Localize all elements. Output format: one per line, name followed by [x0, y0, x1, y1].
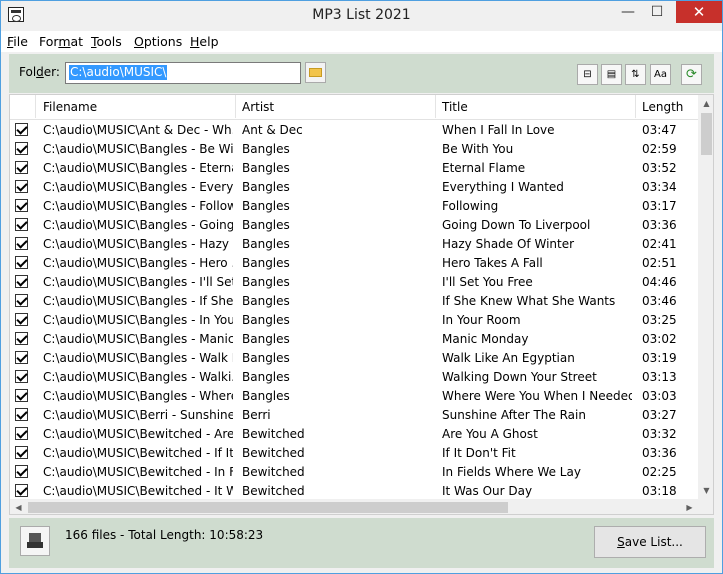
table-row[interactable]: C:\audio\MUSIC\Bangles - Walki... Bangles…	[10, 367, 698, 386]
font-button[interactable]: Aa	[650, 64, 671, 85]
menu-format[interactable]: Format	[39, 34, 83, 49]
row-checkbox[interactable]	[15, 256, 28, 269]
column-length[interactable]: Length	[642, 100, 683, 114]
row-checkbox[interactable]	[15, 351, 28, 364]
row-checkbox[interactable]	[15, 180, 28, 193]
table-row[interactable]: C:\audio\MUSIC\Bangles - Where... Bangles…	[10, 386, 698, 405]
table-row[interactable]: C:\audio\MUSIC\Bangles - Walk L... Bangle…	[10, 348, 698, 367]
refresh-icon: ⟳	[686, 67, 697, 82]
row-checkbox[interactable]	[15, 446, 28, 459]
minimize-button[interactable]: —	[615, 1, 641, 23]
row-checkbox[interactable]	[15, 408, 28, 421]
print-button[interactable]	[20, 526, 50, 556]
row-checkbox[interactable]	[15, 142, 28, 155]
row-checkbox[interactable]	[15, 199, 28, 212]
folder-icon	[309, 68, 322, 77]
collapse-columns-button[interactable]: ⊟	[577, 64, 598, 85]
folder-label: Folder:	[19, 65, 60, 79]
maximize-button[interactable]: ☐	[644, 1, 670, 23]
column-separator[interactable]	[235, 95, 236, 118]
row-checkbox[interactable]	[15, 313, 28, 326]
row-checkbox[interactable]	[15, 370, 28, 383]
menu-options[interactable]: Options	[134, 34, 182, 49]
row-checkbox[interactable]	[15, 389, 28, 402]
browse-folder-button[interactable]	[305, 62, 326, 83]
app-window: MP3 List 2021 — ☐ ✕ File Format Tools Op…	[0, 0, 723, 574]
row-checkbox[interactable]	[15, 427, 28, 440]
refresh-button[interactable]: ⟳	[681, 64, 702, 85]
printer-base	[27, 542, 43, 548]
status-bar: 166 files - Total Length: 10:58:23 Save …	[9, 518, 714, 568]
table-row[interactable]: C:\audio\MUSIC\Bangles - In You... Bangle…	[10, 310, 698, 329]
column-separator[interactable]	[435, 95, 436, 118]
menu-bar: File Format Tools Options Help	[1, 31, 722, 52]
row-checkbox[interactable]	[15, 294, 28, 307]
table-row[interactable]: C:\audio\MUSIC\Bewitched - Are ... Bewitc…	[10, 424, 698, 443]
expand-icon: ▤	[606, 69, 617, 80]
column-separator[interactable]	[35, 95, 36, 118]
table-row[interactable]: C:\audio\MUSIC\Bangles - Everyt... Bangle…	[10, 177, 698, 196]
toolbar: Folder: C:\audio\MUSIC\ ⊟ ▤ ⇅ Aa ⟳	[9, 54, 714, 93]
scroll-down-arrow-icon[interactable]: ▼	[698, 482, 713, 499]
row-checkbox[interactable]	[15, 332, 28, 345]
row-checkbox[interactable]	[15, 123, 28, 136]
column-artist[interactable]: Artist	[242, 100, 274, 114]
window-title: MP3 List 2021	[312, 7, 411, 23]
save-list-button[interactable]: Save List...	[594, 526, 706, 558]
table-row[interactable]: C:\audio\MUSIC\Bangles - Going ... Bangle…	[10, 215, 698, 234]
horizontal-scrollbar[interactable]: ◀ ▶	[10, 499, 698, 514]
table-row[interactable]: C:\audio\MUSIC\Bangles - Follow... Bangle…	[10, 196, 698, 215]
table-row[interactable]: C:\audio\MUSIC\Bangles - Manic... Bangles…	[10, 329, 698, 348]
scroll-corner	[698, 499, 713, 514]
table-row[interactable]: C:\audio\MUSIC\Bewitched - It W... Bewitc…	[10, 481, 698, 500]
font-icon: Aa	[654, 69, 667, 80]
table-row[interactable]: C:\audio\MUSIC\Bangles - Hazy S... Bangle…	[10, 234, 698, 253]
table-row[interactable]: C:\audio\MUSIC\Bangles - Be Wit... Bangle…	[10, 139, 698, 158]
sort-icon: ⇅	[631, 69, 640, 80]
row-checkbox[interactable]	[15, 218, 28, 231]
file-list[interactable]: Filename Artist Title Length C:\audio\MU…	[9, 94, 714, 515]
table-row[interactable]: C:\audio\MUSIC\Bangles - If She ... Bangl…	[10, 291, 698, 310]
vertical-scroll-thumb[interactable]	[701, 113, 712, 155]
table-row[interactable]: C:\audio\MUSIC\Bangles - I'll Set ... Ban…	[10, 272, 698, 291]
row-checkbox[interactable]	[15, 275, 28, 288]
table-row[interactable]: C:\audio\MUSIC\Bangles - Eterna... Bangle…	[10, 158, 698, 177]
sort-button[interactable]: ⇅	[625, 64, 646, 85]
folder-input[interactable]: C:\audio\MUSIC\	[65, 62, 301, 84]
folder-input-value: C:\audio\MUSIC\	[69, 65, 168, 80]
row-checkbox[interactable]	[15, 237, 28, 250]
collapse-icon: ⊟	[583, 69, 592, 80]
scroll-up-arrow-icon[interactable]: ▲	[698, 95, 713, 112]
status-text: 166 files - Total Length: 10:58:23	[65, 528, 264, 542]
table-row[interactable]: C:\audio\MUSIC\Ant & Dec - Wh... Ant & De…	[10, 120, 698, 139]
table-row[interactable]: C:\audio\MUSIC\Bangles - Hero ... Bangles…	[10, 253, 698, 272]
column-separator[interactable]	[635, 95, 636, 118]
list-header: Filename Artist Title Length	[10, 95, 698, 120]
scroll-right-arrow-icon[interactable]: ▶	[681, 499, 698, 514]
scroll-left-arrow-icon[interactable]: ◀	[10, 499, 27, 514]
menu-file[interactable]: File	[7, 34, 28, 49]
table-row[interactable]: C:\audio\MUSIC\Bewitched - In F... Bewitc…	[10, 462, 698, 481]
list-rows: C:\audio\MUSIC\Ant & Dec - Wh... Ant & De…	[10, 120, 698, 500]
menu-tools[interactable]: Tools	[91, 34, 122, 49]
close-button[interactable]: ✕	[676, 1, 722, 23]
horizontal-scroll-thumb[interactable]	[28, 502, 508, 513]
table-row[interactable]: C:\audio\MUSIC\Berri - Sunshine ... Berri…	[10, 405, 698, 424]
expand-columns-button[interactable]: ▤	[601, 64, 622, 85]
title-bar: MP3 List 2021 — ☐ ✕	[1, 1, 722, 31]
menu-help[interactable]: Help	[190, 34, 219, 49]
table-row[interactable]: C:\audio\MUSIC\Bewitched - If It ... Bewi…	[10, 443, 698, 462]
column-title[interactable]: Title	[442, 100, 468, 114]
row-checkbox[interactable]	[15, 161, 28, 174]
column-filename[interactable]: Filename	[43, 100, 97, 114]
row-checkbox[interactable]	[15, 465, 28, 478]
row-checkbox[interactable]	[15, 484, 28, 497]
vertical-scrollbar[interactable]: ▲ ▼	[698, 95, 713, 499]
